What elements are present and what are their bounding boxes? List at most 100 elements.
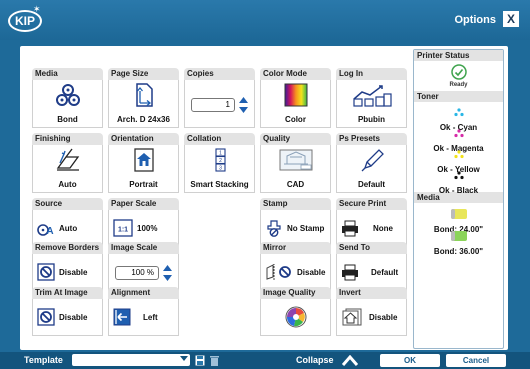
svg-text:1: 1 (219, 151, 222, 157)
media-roll-icon (450, 231, 467, 241)
send-to-value: Default (371, 267, 399, 277)
pen-icon (361, 149, 384, 172)
log-in-value: Pbubin (357, 115, 386, 124)
color-mode-tile: Color Mode Color (260, 68, 331, 128)
color-mode-button[interactable]: Color (260, 80, 331, 128)
send-to-header: Send To (336, 242, 407, 254)
collation-tile: Collation 1 2 3 Smart Stacking (184, 133, 255, 193)
collapse-button[interactable]: Collapse (296, 355, 334, 365)
svg-text:A: A (46, 226, 53, 237)
secure-print-value: None (373, 223, 393, 233)
svg-text:2: 2 (219, 158, 222, 164)
image-scale-input[interactable]: 100 % (115, 266, 159, 280)
quality-value: CAD (286, 180, 305, 189)
trim-at-image-button[interactable]: Disable (32, 299, 103, 336)
close-button[interactable]: X (503, 11, 519, 27)
cancel-button[interactable]: Cancel (446, 354, 506, 367)
invert-value: Disable (369, 312, 398, 322)
mirror-header: Mirror (260, 242, 331, 254)
stamp-icon (267, 220, 281, 237)
media-button[interactable]: Bond (32, 80, 103, 128)
alignment-header: Alignment (108, 287, 179, 299)
image-quality-button[interactable] (260, 299, 331, 336)
copies-control: 1 (184, 80, 255, 128)
collapse-label: Collapse (296, 355, 334, 365)
source-value: Auto (59, 223, 78, 233)
log-in-button[interactable]: Pbubin (336, 80, 407, 128)
trim-at-image-row: Disable (37, 307, 98, 327)
finishing-button[interactable]: Auto (32, 145, 103, 193)
scale-one-to-one-icon: 1:1 (113, 219, 133, 237)
send-to-tile: Send To Default (336, 242, 407, 291)
collation-button[interactable]: 1 2 3 Smart Stacking (184, 145, 255, 193)
orientation-button[interactable]: Portrait (108, 145, 179, 193)
source-header: Source (32, 198, 103, 210)
save-template-icon[interactable] (195, 355, 205, 366)
invert-button[interactable]: Disable (336, 299, 407, 336)
cad-drawing-icon (279, 149, 312, 171)
remove-borders-tile: Remove Borders Disable (32, 242, 103, 291)
send-printer-icon (342, 264, 358, 281)
mirror-row: Disable (265, 262, 326, 282)
toner-item: Ok - Yellow (414, 146, 503, 174)
toner-dots-icon (453, 108, 464, 117)
remove-borders-button[interactable]: Disable (32, 254, 103, 291)
ok-button[interactable]: OK (380, 354, 440, 367)
copies-stepper-icon[interactable] (239, 95, 248, 115)
printer-icon (342, 220, 358, 237)
stamp-row: No Stamp (265, 218, 326, 238)
orientation-value: Portrait (129, 180, 158, 189)
media-rolls-icon (55, 84, 80, 106)
collation-value: Smart Stacking (190, 180, 249, 189)
alignment-tile: Alignment Left (108, 287, 179, 336)
chevron-down-icon[interactable] (180, 356, 188, 361)
log-in-header: Log In (336, 68, 407, 80)
send-to-button[interactable]: Default (336, 254, 407, 291)
toner-item: Ok - Cyan (414, 104, 503, 132)
toner-dots-icon (453, 150, 464, 159)
trim-at-image-tile: Trim At Image Disable (32, 287, 103, 336)
invert-tile: Invert Disable (336, 287, 407, 336)
image-quality-tile: Image Quality (260, 287, 331, 336)
auto-source-icon: A (37, 224, 54, 237)
paper-scale-tile: Paper Scale 1:1 100% (108, 198, 179, 247)
color-wheel-icon (285, 306, 306, 328)
title-bar: KIP ✶ Options X (0, 0, 530, 40)
svg-text:1:1: 1:1 (118, 227, 128, 234)
source-tile: Source A Auto (32, 198, 103, 247)
quality-header: Quality (260, 133, 331, 145)
disable-icon (37, 263, 55, 281)
media-tile: Media Bond (32, 68, 103, 128)
ps-presets-button[interactable]: Default (336, 145, 407, 193)
delete-template-icon[interactable] (210, 355, 219, 366)
orientation-tile: Orientation Portrait (108, 133, 179, 193)
portrait-house-icon (133, 148, 154, 172)
ps-presets-value: Default (357, 180, 386, 189)
media-status-list: Bond: 24.00" Bond: 36.00" (414, 203, 503, 256)
orientation-header: Orientation (108, 133, 179, 145)
template-select[interactable] (72, 354, 190, 366)
page-size-value: Arch. D 24x36 (117, 115, 170, 124)
trim-at-image-value: Disable (59, 312, 88, 322)
media-roll-icon (450, 209, 467, 219)
alignment-button[interactable]: Left (108, 299, 179, 336)
secure-print-header: Secure Print (336, 198, 407, 210)
secure-print-tile: Secure Print None (336, 198, 407, 247)
copies-input[interactable]: 1 (191, 98, 235, 112)
invert-row: Disable (341, 307, 402, 327)
image-scale-stepper-icon[interactable] (163, 263, 172, 283)
mirror-button[interactable]: Disable (260, 254, 331, 291)
status-panel: Printer Status Ready Toner Ok - Cyan Ok -… (413, 49, 504, 349)
collation-header: Collation (184, 133, 255, 145)
collapse-chevron-up-icon[interactable] (342, 355, 358, 366)
color-spectrum-icon (284, 83, 307, 107)
log-in-tile: Log In Pbubin (336, 68, 407, 128)
copies-header: Copies (184, 68, 255, 80)
mirror-tile: Mirror Disable (260, 242, 331, 291)
footer-bar: Template Collapse OK Cancel (0, 352, 530, 369)
page-size-button[interactable]: Arch. D 24x36 (108, 80, 179, 128)
quality-button[interactable]: CAD (260, 145, 331, 193)
stamp-header: Stamp (260, 198, 331, 210)
page-size-icon (135, 83, 153, 107)
printer-status-header: Printer Status (414, 50, 503, 61)
